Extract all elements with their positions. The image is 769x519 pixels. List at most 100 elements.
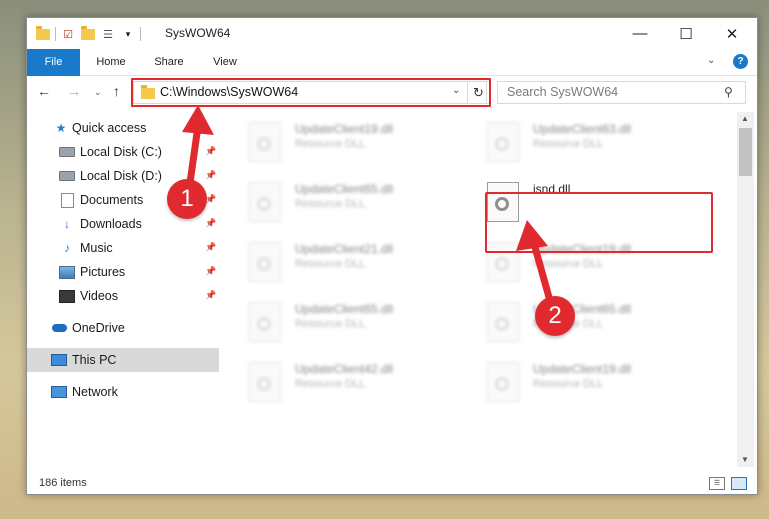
sidebar-item-label: Local Disk (C:) — [80, 145, 162, 159]
step-1-badge: 1 — [167, 179, 207, 219]
title-bar: ☑ ☰ ▾ SysWOW64 — ☐ ✕ — [27, 18, 757, 49]
documents-icon — [59, 192, 75, 208]
toolbar-divider — [140, 27, 141, 41]
drive-icon — [59, 168, 75, 184]
pin-icon[interactable]: 📌 — [205, 266, 216, 277]
file-item[interactable]: UpdateClient65.dll Resource DLL — [223, 298, 453, 348]
scroll-thumb[interactable] — [739, 128, 752, 176]
chevron-down-icon[interactable]: ▾ — [120, 26, 136, 42]
file-item[interactable]: UpdateClient42.dll Resource DLL — [223, 358, 453, 408]
onedrive-icon — [51, 320, 67, 336]
file-list: UpdateClient19.dll Resource DLL UpdateCl… — [223, 112, 737, 462]
videos-icon — [59, 288, 75, 304]
vertical-scrollbar[interactable]: ▲ ▼ — [737, 112, 754, 467]
step-2-badge: 2 — [535, 296, 575, 336]
file-name: UpdateClient21.dll — [295, 242, 394, 256]
pin-icon[interactable]: 📌 — [205, 146, 216, 157]
item-count: 186 items — [39, 477, 87, 489]
dll-file-icon — [487, 122, 519, 162]
dll-file-icon — [487, 302, 519, 342]
properties-icon[interactable]: ☑ — [60, 26, 76, 42]
search-box[interactable]: Search SysWOW64 ⚲ — [497, 81, 746, 104]
dll-file-icon — [487, 362, 519, 402]
sidebar-item-label: Downloads — [80, 217, 142, 231]
scroll-down-icon[interactable]: ▼ — [741, 455, 749, 464]
dll-file-icon — [249, 242, 281, 282]
file-name: UpdateClient65.dll — [295, 182, 394, 196]
tab-home[interactable]: Home — [85, 49, 137, 75]
maximize-icon: ☐ — [679, 25, 693, 43]
file-type: Resource DLL — [295, 378, 366, 390]
pin-icon[interactable]: 📌 — [205, 242, 216, 253]
sidebar-item-this-pc[interactable]: This PC — [27, 348, 219, 372]
up-arrow-icon[interactable]: ↑ — [113, 83, 120, 99]
large-icons-view-icon[interactable] — [731, 477, 747, 490]
sidebar-item-network[interactable]: Network — [27, 380, 219, 404]
sidebar-item-music[interactable]: ♪ Music 📌 — [27, 236, 219, 260]
address-highlight-box — [131, 78, 491, 107]
file-item[interactable]: UpdateClient19.dll Resource DLL — [223, 118, 453, 168]
back-arrow-icon[interactable]: ← — [37, 83, 51, 99]
navigation-bar: ← → ⌄ ↑ C:\Windows\SysWOW64 ⌄ ↻ Search S… — [27, 76, 757, 108]
new-folder-icon[interactable] — [80, 25, 96, 42]
file-item[interactable]: UpdateClient65.dll Resource DLL — [223, 178, 453, 228]
scroll-up-icon[interactable]: ▲ — [741, 114, 749, 123]
file-item[interactable]: UpdateClient21.dll Resource DLL — [223, 238, 453, 288]
sidebar-item-label: Documents — [80, 193, 144, 207]
search-input[interactable]: Search SysWOW64 — [507, 85, 618, 99]
recent-locations-icon[interactable]: ⌄ — [94, 87, 102, 98]
sidebar-item-onedrive[interactable]: OneDrive — [27, 316, 219, 340]
sidebar-item-quick-access[interactable]: ★ Quick access — [27, 116, 219, 140]
file-item[interactable]: UpdateClient63.dll Resource DLL — [461, 118, 691, 168]
dll-file-icon — [249, 122, 281, 162]
file-highlight-box — [485, 192, 713, 253]
maximize-button[interactable]: ☐ — [663, 18, 709, 49]
window-title: SysWOW64 — [165, 26, 231, 40]
help-icon[interactable]: ? — [733, 54, 748, 69]
file-name: UpdateClient65.dll — [295, 302, 394, 316]
music-icon: ♪ — [64, 241, 70, 255]
file-item[interactable]: UpdateClient65.dll Resource DLL — [461, 298, 691, 348]
file-type: Resource DLL — [533, 258, 604, 270]
pin-icon[interactable]: 📌 — [205, 290, 216, 301]
sidebar-item-local-disk-c[interactable]: Local Disk (C:) 📌 — [27, 140, 219, 164]
ribbon-tabs: File Home Share View ⌄ ? — [27, 49, 757, 99]
toolbar-divider — [55, 27, 56, 41]
search-icon[interactable]: ⚲ — [724, 85, 733, 99]
minimize-icon: — — [632, 25, 648, 42]
sidebar-item-label: Quick access — [72, 121, 147, 135]
close-icon: ✕ — [725, 25, 739, 43]
sidebar-item-label: Pictures — [80, 265, 126, 279]
dll-file-icon — [249, 302, 281, 342]
downloads-icon: ↓ — [64, 217, 70, 231]
tab-view[interactable]: View — [201, 49, 249, 75]
pin-icon[interactable]: 📌 — [205, 218, 216, 229]
pin-icon[interactable]: 📌 — [205, 170, 216, 181]
sidebar-item-label: This PC — [72, 353, 117, 367]
dll-file-icon — [249, 362, 281, 402]
this-pc-icon — [51, 352, 67, 368]
network-icon — [51, 384, 67, 400]
minimize-button[interactable]: — — [617, 18, 663, 49]
sidebar-item-label: Videos — [80, 289, 118, 303]
star-icon: ★ — [55, 121, 67, 135]
sidebar-item-label: Local Disk (D:) — [80, 169, 162, 183]
sidebar-item-videos[interactable]: Videos 📌 — [27, 284, 219, 308]
sidebar-item-label: Network — [72, 385, 118, 399]
file-type: Resource DLL — [295, 318, 366, 330]
close-button[interactable]: ✕ — [709, 18, 755, 49]
explorer-window: ☑ ☰ ▾ SysWOW64 — ☐ ✕ File Home Share Vie… — [26, 17, 758, 495]
tab-share[interactable]: Share — [143, 49, 195, 75]
expand-ribbon-icon[interactable]: ⌄ — [707, 55, 715, 66]
pictures-icon — [59, 264, 75, 280]
status-bar: 186 items ☰ — [27, 470, 757, 494]
customize-toolbar-icon[interactable]: ☰ — [100, 26, 116, 42]
sidebar-item-label: Music — [80, 241, 113, 255]
file-type: Resource DLL — [295, 258, 366, 270]
forward-arrow-icon[interactable]: → — [67, 83, 81, 99]
details-view-icon[interactable]: ☰ — [709, 477, 725, 490]
file-item[interactable]: UpdateClient19.dll Resource DLL — [461, 358, 691, 408]
sidebar-item-pictures[interactable]: Pictures 📌 — [27, 260, 219, 284]
file-type: Resource DLL — [295, 198, 366, 210]
file-name: UpdateClient63.dll — [533, 122, 632, 136]
